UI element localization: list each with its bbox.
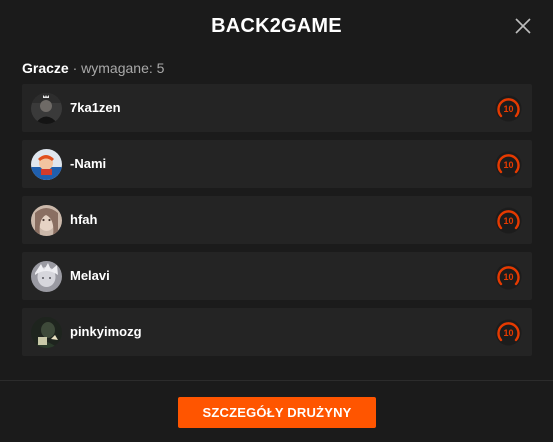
team-details-button[interactable]: SZCZEGÓŁY DRUŻYNY <box>178 397 376 428</box>
skill-level-icon: 10 <box>495 207 522 234</box>
avatar <box>31 149 62 180</box>
player-name[interactable]: hfah <box>70 196 97 244</box>
avatar <box>31 317 62 348</box>
player-name[interactable]: pinkyimozg <box>70 308 142 356</box>
player-name[interactable]: 7ka1zen <box>70 84 121 132</box>
skill-level-value: 10 <box>503 104 513 114</box>
player-name[interactable]: -Nami <box>70 140 106 188</box>
skill-level-icon: 10 <box>495 319 522 346</box>
avatar <box>31 261 62 292</box>
match-modal: BACK2GAME Gracze · wymagane: 5 7ka1zen 1… <box>0 0 553 442</box>
modal-title: BACK2GAME <box>211 15 342 37</box>
player-name[interactable]: Melavi <box>70 252 110 300</box>
required-players-text: wymagane: 5 <box>81 60 165 76</box>
avatar <box>31 205 62 236</box>
player-row[interactable]: hfah 10 <box>22 196 532 244</box>
close-icon[interactable] <box>514 17 532 35</box>
skill-level-icon: 10 <box>495 95 522 122</box>
separator-dot: · <box>68 60 82 76</box>
players-section-header: Gracze · wymagane: 5 <box>22 60 164 76</box>
skill-level-icon: 10 <box>495 151 522 178</box>
skill-level-value: 10 <box>503 328 513 338</box>
player-row[interactable]: -Nami 10 <box>22 140 532 188</box>
skill-level-value: 10 <box>503 216 513 226</box>
skill-level-value: 10 <box>503 272 513 282</box>
player-row[interactable]: 7ka1zen 10 <box>22 84 532 132</box>
skill-level-value: 10 <box>503 160 513 170</box>
skill-level-icon: 10 <box>495 263 522 290</box>
players-list: 7ka1zen 10 -Nami 10 hfah 10 Melavi 10 pi… <box>22 84 532 364</box>
players-label: Gracze <box>22 60 69 76</box>
avatar <box>31 93 62 124</box>
player-row[interactable]: Melavi 10 <box>22 252 532 300</box>
footer-divider <box>0 380 553 381</box>
player-row[interactable]: pinkyimozg 10 <box>22 308 532 356</box>
